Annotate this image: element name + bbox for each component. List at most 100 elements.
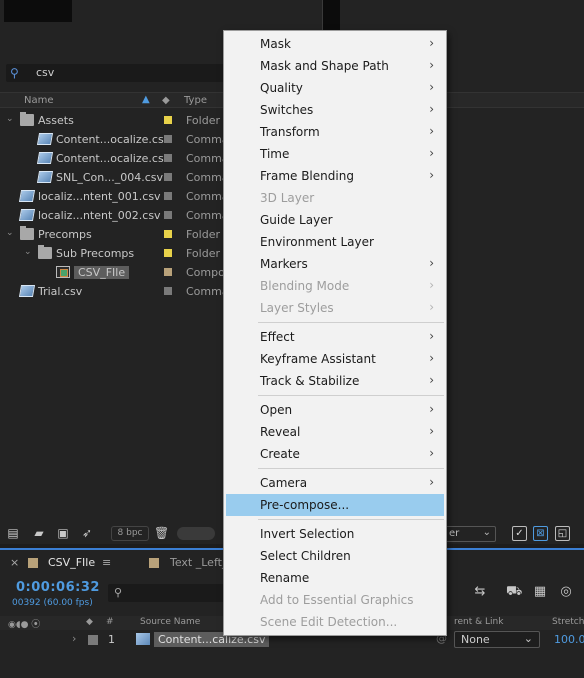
layer-number-header: # [106, 617, 114, 627]
label-swatch[interactable] [164, 192, 172, 200]
submenu-arrow-icon: › [429, 80, 434, 94]
label-tag-icon[interactable]: ◆ [162, 95, 170, 106]
menu-item-environment-layer[interactable]: Environment Layer [226, 231, 444, 253]
stretch-header[interactable]: Stretch [552, 617, 584, 627]
project-item-name: localiz...ntent_002.csv [38, 209, 161, 222]
menu-item-rename[interactable]: Rename [226, 567, 444, 589]
submenu-arrow-icon: › [429, 300, 434, 314]
layer-context-menu: Mask › Mask and Shape Path › Quality › Switche… [223, 30, 447, 636]
search-icon: ⚲ [10, 66, 19, 80]
parent-dropdown[interactable]: None ⌄ [454, 631, 540, 648]
menu-item-invert-selection[interactable]: Invert Selection [226, 523, 444, 545]
tab-active-composition[interactable]: CSV_FIle [48, 556, 95, 569]
menu-item-pre-compose[interactable]: Pre-compose... [226, 494, 444, 516]
region-of-interest-icon[interactable]: ◱ [555, 526, 570, 541]
tab-other-composition[interactable]: Text _Left_ [170, 556, 227, 569]
source-name-header[interactable]: Source Name [140, 617, 200, 627]
csv-file-icon [18, 285, 36, 297]
project-item-name: Assets [38, 114, 74, 127]
menu-item-label: Mask and Shape Path [260, 59, 389, 73]
menu-item-open[interactable]: Open › [226, 399, 444, 421]
column-type[interactable]: Type [184, 95, 207, 106]
search-icon: ⚲ [114, 586, 123, 599]
submenu-arrow-icon: › [429, 329, 434, 343]
twirl-down-icon[interactable]: ⌄ [24, 247, 32, 257]
menu-item-mask[interactable]: Mask › [226, 33, 444, 55]
stretch-value[interactable]: 100.0 [554, 633, 584, 646]
menu-item-effect[interactable]: Effect › [226, 326, 444, 348]
menu-item-transform[interactable]: Transform › [226, 121, 444, 143]
menu-item-keyframe-assistant[interactable]: Keyframe Assistant › [226, 348, 444, 370]
menu-item-create[interactable]: Create › [226, 443, 444, 465]
render-queue-icon[interactable]: ➶ [80, 527, 94, 539]
folder-icon [20, 112, 34, 126]
label-swatch[interactable] [164, 249, 172, 257]
label-swatch[interactable] [164, 230, 172, 238]
label-swatch[interactable] [164, 173, 172, 181]
project-item-type: Folder [186, 114, 220, 127]
menu-item-layer-styles: Layer Styles › [226, 297, 444, 319]
motion-blur-icon[interactable]: ◎ [558, 584, 574, 600]
transparency-grid-icon[interactable]: ⊠ [533, 526, 548, 541]
timeline-search-input[interactable]: ⚲ [108, 584, 228, 602]
label-swatch[interactable] [164, 268, 172, 276]
parent-link-header[interactable]: rent & Link [454, 617, 503, 627]
menu-item-frame-blending[interactable]: Frame Blending › [226, 165, 444, 187]
menu-item-label: Switches [260, 103, 314, 117]
menu-item-label: Scene Edit Detection... [260, 615, 398, 629]
menu-item-time[interactable]: Time › [226, 143, 444, 165]
label-swatch[interactable] [164, 116, 172, 124]
project-item-name: Content...ocalize.csv [56, 152, 171, 165]
sort-ascending-icon[interactable]: ▲ [142, 94, 150, 105]
project-item-name: Sub Precomps [56, 247, 135, 260]
project-search-input[interactable]: ⚲ csv [6, 64, 226, 82]
label-swatch[interactable] [164, 211, 172, 219]
comp-label-swatch-2 [149, 558, 159, 568]
menu-item-select-children[interactable]: Select Children [226, 545, 444, 567]
submenu-arrow-icon: › [429, 256, 434, 270]
layer-label-swatch[interactable] [88, 635, 98, 645]
label-swatch[interactable] [164, 154, 172, 162]
menu-item-label: Quality [260, 81, 303, 95]
menu-item-switches[interactable]: Switches › [226, 99, 444, 121]
menu-item-track-stabilize[interactable]: Track & Stabilize › [226, 370, 444, 392]
column-name[interactable]: Name [24, 95, 54, 106]
menu-item-quality[interactable]: Quality › [226, 77, 444, 99]
twirl-down-icon[interactable]: ⌄ [6, 228, 14, 238]
menu-item-blending-mode: Blending Mode › [226, 275, 444, 297]
preview-thumbnail [4, 0, 72, 22]
snapshot-icon[interactable]: ✓ [512, 526, 527, 541]
new-folder-icon[interactable]: ▰ [32, 527, 46, 539]
menu-item-label: Effect [260, 330, 295, 344]
search-value: csv [36, 66, 55, 79]
label-swatch[interactable] [164, 287, 172, 295]
close-tab-icon[interactable]: × [10, 556, 19, 569]
menu-item-markers[interactable]: Markers › [226, 253, 444, 275]
submenu-arrow-icon: › [429, 168, 434, 182]
menu-item-guide-layer[interactable]: Guide Layer [226, 209, 444, 231]
menu-item-mask-and-shape-path[interactable]: Mask and Shape Path › [226, 55, 444, 77]
project-bit-depth-button[interactable]: 8 bpc [111, 526, 149, 541]
trash-icon[interactable]: 🗑 [154, 527, 169, 539]
label-swatch[interactable] [164, 135, 172, 143]
interpret-footage-icon[interactable]: ▤ [6, 527, 20, 539]
menu-item-label: Guide Layer [260, 213, 333, 227]
frame-blending-icon[interactable]: ▦ [532, 584, 548, 600]
layer-twirl-icon[interactable]: › [72, 632, 76, 645]
view-dropdown[interactable]: er ⌄ [444, 526, 496, 542]
menu-item-label: Layer Styles [260, 301, 334, 315]
menu-item-camera[interactable]: Camera › [226, 472, 444, 494]
submenu-arrow-icon: › [429, 424, 434, 438]
menu-item-label: Open [260, 403, 293, 417]
twirl-down-icon[interactable]: ⌄ [6, 114, 14, 124]
draft-3d-icon[interactable]: ⇆ [472, 584, 488, 600]
shy-layers-icon[interactable]: ⛟ [506, 584, 522, 600]
menu-item-reveal[interactable]: Reveal › [226, 421, 444, 443]
new-composition-icon[interactable]: ▣ [56, 527, 70, 539]
menu-item-label: Frame Blending [260, 169, 354, 183]
submenu-arrow-icon: › [429, 58, 434, 72]
current-time-display[interactable]: 0:00:06:32 [16, 580, 100, 595]
layer-index: 1 [108, 633, 115, 646]
thumbnail-size-slider[interactable] [177, 527, 215, 540]
panel-menu-icon[interactable]: ≡ [102, 556, 111, 569]
